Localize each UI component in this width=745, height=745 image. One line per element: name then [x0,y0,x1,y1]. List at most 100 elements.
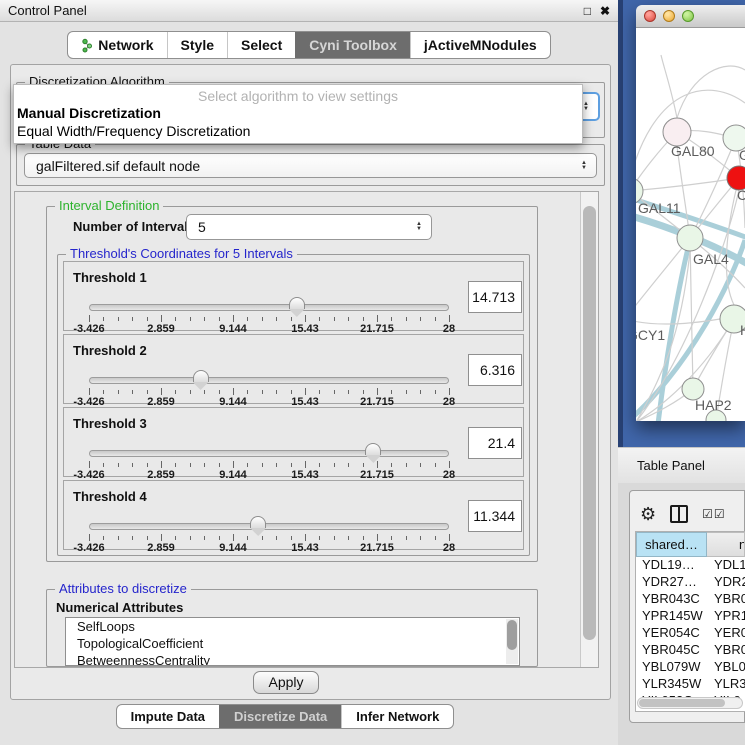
slider-handle[interactable] [193,370,209,382]
node-gal80[interactable] [663,118,691,146]
column-header-shared[interactable]: shared… [636,532,707,557]
attributes-scrollbar-thumb[interactable] [507,620,517,650]
threshold-slider[interactable] [89,523,449,530]
slider-track[interactable] [89,304,449,311]
tick [89,388,90,395]
close-icon[interactable]: ✖ [600,4,610,18]
tick [334,317,335,321]
threshold-row: Threshold 2 -3.4262.8599.14415.4321.7152… [63,334,524,404]
node-gal4[interactable] [677,225,703,251]
slider-track[interactable] [89,523,449,530]
node-label: GA [739,147,745,163]
threshold-slider[interactable] [89,304,449,311]
threshold-value-field[interactable]: 6.316 [468,354,522,386]
numerical-attributes-label: Numerical Attributes [56,600,183,615]
threshold-value-field[interactable]: 11.344 [468,500,522,532]
tab[interactable]: Select [227,32,295,58]
threshold-rows: Threshold 1 -3.4262.8599.14415.4321.7152… [63,261,524,553]
float-window-icon[interactable]: □ [584,4,591,18]
tick [449,461,450,468]
vertical-scrollbar-thumb[interactable] [583,206,596,640]
threshold-slider[interactable] [89,377,449,384]
table-row[interactable]: YBL079W YBL0 [636,659,745,676]
dropdown-option[interactable]: Equal Width/Frequency Discretization [14,123,582,141]
tick [276,317,277,321]
tab-label: Select [241,37,282,53]
tick [175,390,176,394]
slider-track[interactable] [89,377,449,384]
threshold-value-field[interactable]: 21.4 [468,427,522,459]
slider-track[interactable] [89,450,449,457]
zoom-traffic-light[interactable] [682,10,694,22]
cell-shared-name: YDR27… [636,574,707,591]
tick [103,317,104,321]
cell-name: YPR1 [707,608,745,625]
cell-name: YDL1 [707,557,745,574]
table-horizontal-scrollbar-thumb[interactable] [639,699,725,707]
threshold-label: Threshold 3 [73,416,147,431]
tick [435,463,436,467]
table-row[interactable]: YLR345W YLR3 [636,676,745,693]
minimize-traffic-light[interactable] [663,10,675,22]
network-window-titlebar[interactable] [636,5,745,28]
bottom-tab[interactable]: Impute Data [117,705,219,728]
threshold-slider[interactable] [89,450,449,457]
tick [89,315,90,322]
tab[interactable]: jActiveMNodules [410,32,550,58]
bottom-tab[interactable]: Discretize Data [219,705,341,728]
tick [219,463,220,467]
column-header-name[interactable]: na [707,532,745,557]
table-row[interactable]: YDR27… YDR2 [636,574,745,591]
table-row[interactable]: YBR045C YBR0 [636,642,745,659]
tick [103,536,104,540]
tick [175,317,176,321]
node-label: GAL80 [671,143,715,159]
table-row[interactable]: YBR043C YBR0 [636,591,745,608]
tick [262,536,263,540]
bottom-tab[interactable]: Infer Network [341,705,453,728]
attribute-list-item[interactable]: SelfLoops [66,618,519,635]
attribute-list-item[interactable]: BetweennessCentrality [66,652,519,666]
dropdown-placeholder: Select algorithm to view settings [14,85,582,105]
table-panel-title: Table Panel [637,458,705,473]
gear-icon[interactable]: ⚙ [640,505,656,523]
threshold-value-field[interactable]: 14.713 [468,281,522,313]
desktop-edge-shadow [618,0,623,447]
tab[interactable]: Style [167,32,227,58]
cell-shared-name: YBR045C [636,642,707,659]
apply-button[interactable]: Apply [253,671,319,694]
tick [435,390,436,394]
threshold-row: Threshold 1 -3.4262.8599.14415.4321.7152… [63,261,524,331]
tick [204,536,205,540]
slider-handle[interactable] [289,297,305,309]
table-row[interactable]: YPR145W YPR1 [636,608,745,625]
dropdown-options: Manual Discretization Equal Width/Freque… [14,105,582,141]
tab[interactable]: Cyni Toolbox [295,32,410,58]
panel-title: Control Panel [8,3,87,18]
threshold-row: Threshold 4 -3.4262.8599.14415.4321.7152… [63,480,524,550]
network-icon [81,38,93,53]
checkboxes-icon[interactable]: ☑☑ [702,507,726,521]
number-of-intervals-combobox[interactable]: 5 ▲▼ [186,214,432,240]
slider-handle[interactable] [250,516,266,528]
attributes-list[interactable]: SelfLoops TopologicalCoefficient Between… [65,617,520,666]
dropdown-option[interactable]: Manual Discretization [14,105,582,123]
cell-name: YBL0 [707,659,745,676]
close-traffic-light[interactable] [644,10,656,22]
attribute-list-item[interactable]: TopologicalCoefficient [66,635,519,652]
network-canvas[interactable]: GAL80 GA C GAL11 GAL4 GCY1 H HAP2 [636,28,745,421]
tick [276,536,277,540]
table-row[interactable]: YER054C YER0 [636,625,745,642]
table-row[interactable]: YDL19… YDL1 [636,557,745,574]
cell-name: YER0 [707,625,745,642]
tick [89,461,90,468]
slider-handle[interactable] [365,443,381,455]
attributes-group-title: Attributes to discretize [55,582,191,596]
columns-icon[interactable] [670,505,688,523]
table-data-combobox[interactable]: galFiltered.sif default node ▲▼ [24,153,597,178]
tick [348,390,349,394]
tick [391,317,392,321]
tab[interactable]: Network [68,32,166,58]
tick [391,536,392,540]
tick [435,317,436,321]
